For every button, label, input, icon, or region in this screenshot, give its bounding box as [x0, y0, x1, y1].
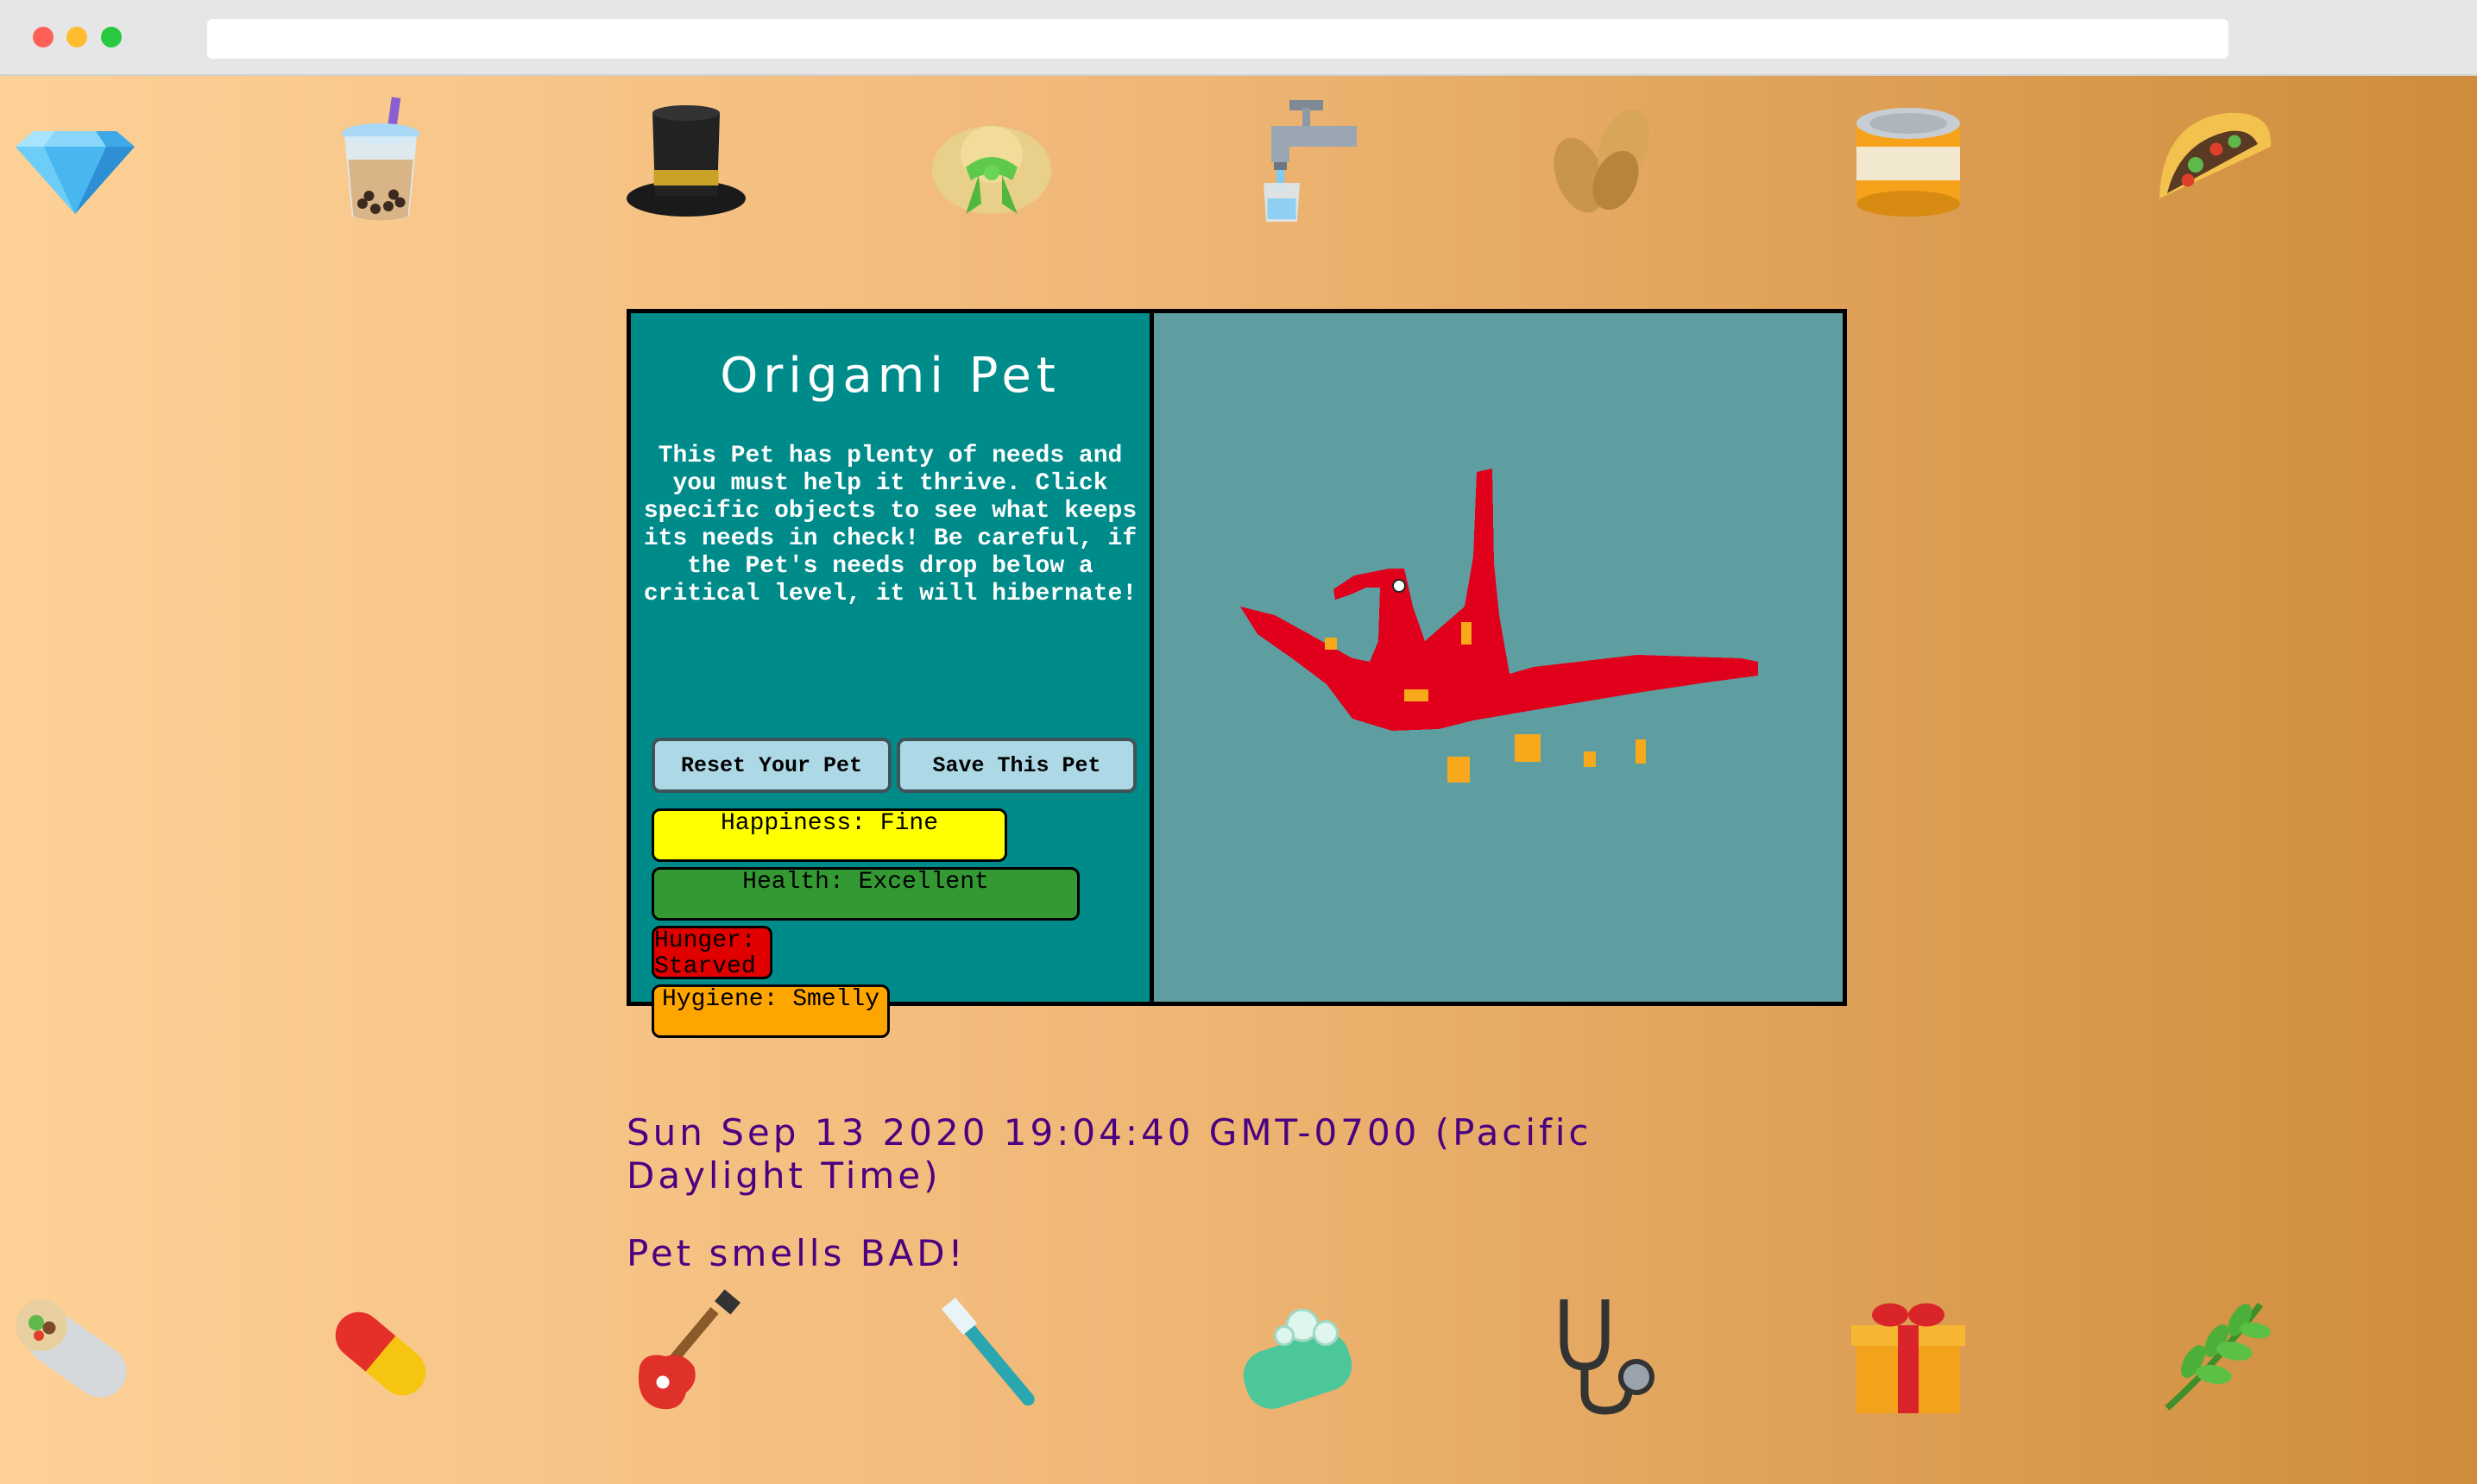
guitar-item[interactable] — [621, 1289, 751, 1418]
save-pet-button[interactable]: Save This Pet — [897, 738, 1137, 793]
page-title: Origami Pet — [720, 348, 1061, 404]
minimize-window-button[interactable] — [66, 27, 87, 47]
hygiene-status: Hygiene: Smelly — [652, 984, 890, 1038]
top-hat-icon — [627, 105, 746, 217]
browser-toolbar — [0, 0, 2477, 76]
water-faucet-item[interactable] — [1232, 95, 1362, 224]
close-window-button[interactable] — [33, 27, 54, 47]
crane-eye-icon — [1392, 579, 1406, 593]
address-bar[interactable] — [207, 19, 2228, 59]
current-datetime: Sun Sep 13 2020 19:04:40 GMT-0700 (Pacif… — [627, 1111, 1592, 1197]
stethoscope-icon — [1560, 1299, 1654, 1415]
burrito-icon — [16, 1299, 127, 1398]
maximize-window-button[interactable] — [101, 27, 122, 47]
guitar-icon — [638, 1289, 741, 1410]
peanuts-icon — [1554, 109, 1649, 213]
origami-crane-pet[interactable] — [1154, 313, 1843, 1002]
sun-hat-icon — [932, 126, 1051, 214]
sun-hat-item[interactable] — [927, 95, 1056, 224]
pill-icon — [335, 1311, 426, 1396]
bubble-tea-item[interactable] — [316, 95, 445, 224]
pet-container: Origami Pet This Pet has plenty of needs… — [627, 309, 1847, 1038]
toothbrush-item[interactable] — [927, 1289, 1056, 1418]
happiness-status: Happiness: Fine — [652, 808, 1007, 862]
gift-icon — [1851, 1303, 1965, 1413]
top-hat-item[interactable] — [621, 95, 751, 224]
herb-icon — [2165, 1302, 2271, 1411]
reset-pet-button[interactable]: Reset Your Pet — [652, 738, 892, 793]
peanuts-item[interactable] — [1538, 95, 1667, 224]
hunger-status: Hunger: Starved — [652, 926, 772, 979]
pet-status-message: Pet smells BAD! — [627, 1232, 967, 1274]
toothbrush-icon — [941, 1297, 1035, 1406]
gift-item[interactable] — [1844, 1289, 1973, 1418]
canned-food-icon — [1856, 108, 1960, 217]
water-faucet-icon — [1264, 100, 1357, 222]
browser-window: Origami Pet This Pet has plenty of needs… — [0, 0, 2477, 1484]
health-status: Health: Excellent — [652, 867, 1080, 921]
diamond-item[interactable] — [10, 95, 140, 224]
pet-info-panel: Origami Pet This Pet has plenty of needs… — [631, 313, 1154, 1038]
soap-icon — [1243, 1308, 1352, 1409]
canned-food-item[interactable] — [1844, 95, 1973, 224]
taco-icon — [2159, 112, 2272, 198]
diamond-icon — [16, 131, 135, 214]
herb-item[interactable] — [2149, 1289, 2278, 1418]
soap-item[interactable] — [1232, 1289, 1362, 1418]
page-content: Origami Pet This Pet has plenty of needs… — [0, 76, 2477, 1484]
burrito-item[interactable] — [10, 1289, 140, 1418]
pet-description: This Pet has plenty of needs and you mus… — [643, 443, 1138, 607]
stethoscope-item[interactable] — [1538, 1289, 1667, 1418]
pill-item[interactable] — [316, 1289, 445, 1418]
bubble-tea-icon — [342, 97, 419, 221]
taco-item[interactable] — [2149, 95, 2278, 224]
